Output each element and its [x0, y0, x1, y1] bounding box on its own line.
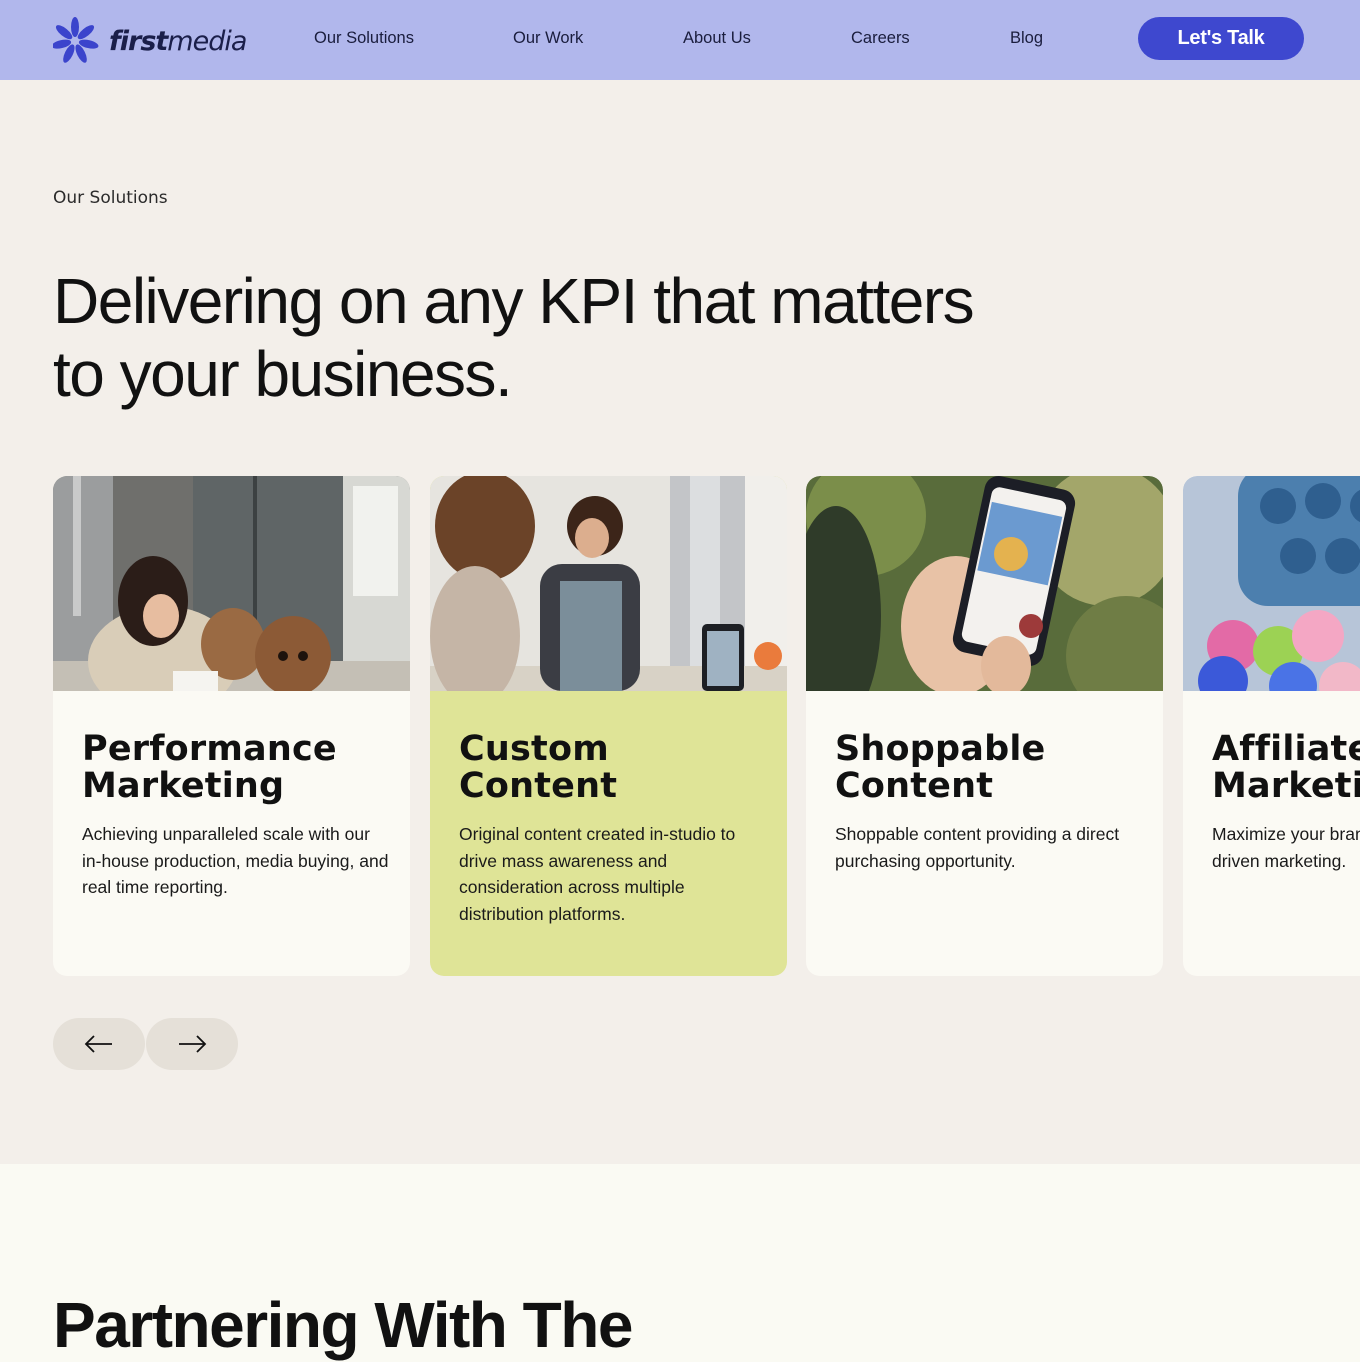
card-title: Custom Content	[459, 729, 618, 806]
page-headline: Delivering on any KPI that matters to yo…	[53, 265, 1053, 411]
logo-wordmark: firstmedia	[109, 25, 247, 57]
nav-blog[interactable]: Blog	[1010, 29, 1043, 48]
headline-line-2: to your business.	[53, 338, 513, 410]
solution-card-performance-marketing[interactable]: Performance Marketing Achieving unparalle…	[53, 476, 410, 976]
carousel-prev-button[interactable]	[53, 1018, 145, 1070]
top-navbar: firstmedia Our Solutions Our Work About …	[0, 0, 1360, 80]
solution-card-shoppable-content[interactable]: Shoppable Content Shoppable content provi…	[806, 476, 1163, 976]
solutions-carousel: Performance Marketing Achieving unparalle…	[53, 476, 1360, 976]
card-title: Shoppable Content	[835, 729, 1046, 806]
solution-card-custom-content[interactable]: Custom Content Original content created i…	[430, 476, 787, 976]
card-title: Performance Marketing	[82, 729, 337, 806]
headline-line-1: Delivering on any KPI that matters	[53, 265, 975, 337]
lets-talk-button[interactable]: Let's Talk	[1138, 17, 1304, 60]
hand-holding-phone-photo	[806, 476, 1163, 691]
arrow-right-icon	[179, 1035, 207, 1053]
nav-careers[interactable]: Careers	[851, 29, 910, 48]
firstmedia-logo[interactable]: firstmedia	[53, 15, 247, 67]
nav-our-solutions[interactable]: Our Solutions	[314, 29, 414, 48]
arrow-left-icon	[84, 1035, 112, 1053]
cupcakes-photo	[1183, 476, 1360, 691]
nav-our-work[interactable]: Our Work	[513, 29, 583, 48]
flower-logo-icon	[53, 17, 99, 63]
section-eyebrow: Our Solutions	[53, 188, 168, 208]
woman-with-dogs-photo	[53, 476, 410, 691]
card-title: AffiliateMarketing	[1212, 729, 1360, 806]
kitchen-filming-photo	[430, 476, 787, 691]
card-description: Original content created in-studio to dr…	[459, 824, 736, 924]
solution-card-affiliate-marketing[interactable]: AffiliateMarketing Maximize your brand's…	[1183, 476, 1360, 976]
partners-section: Partnering With The	[0, 1164, 1360, 1362]
nav-about-us[interactable]: About Us	[683, 29, 751, 48]
card-description: Maximize your brand's performance-driven…	[1212, 824, 1360, 871]
carousel-next-button[interactable]	[146, 1018, 238, 1070]
section-title: Partnering With The	[53, 1289, 633, 1361]
card-description: Shoppable content providing a direct pur…	[835, 824, 1120, 871]
card-description: Achieving unparalleled scale with our in…	[82, 824, 389, 897]
